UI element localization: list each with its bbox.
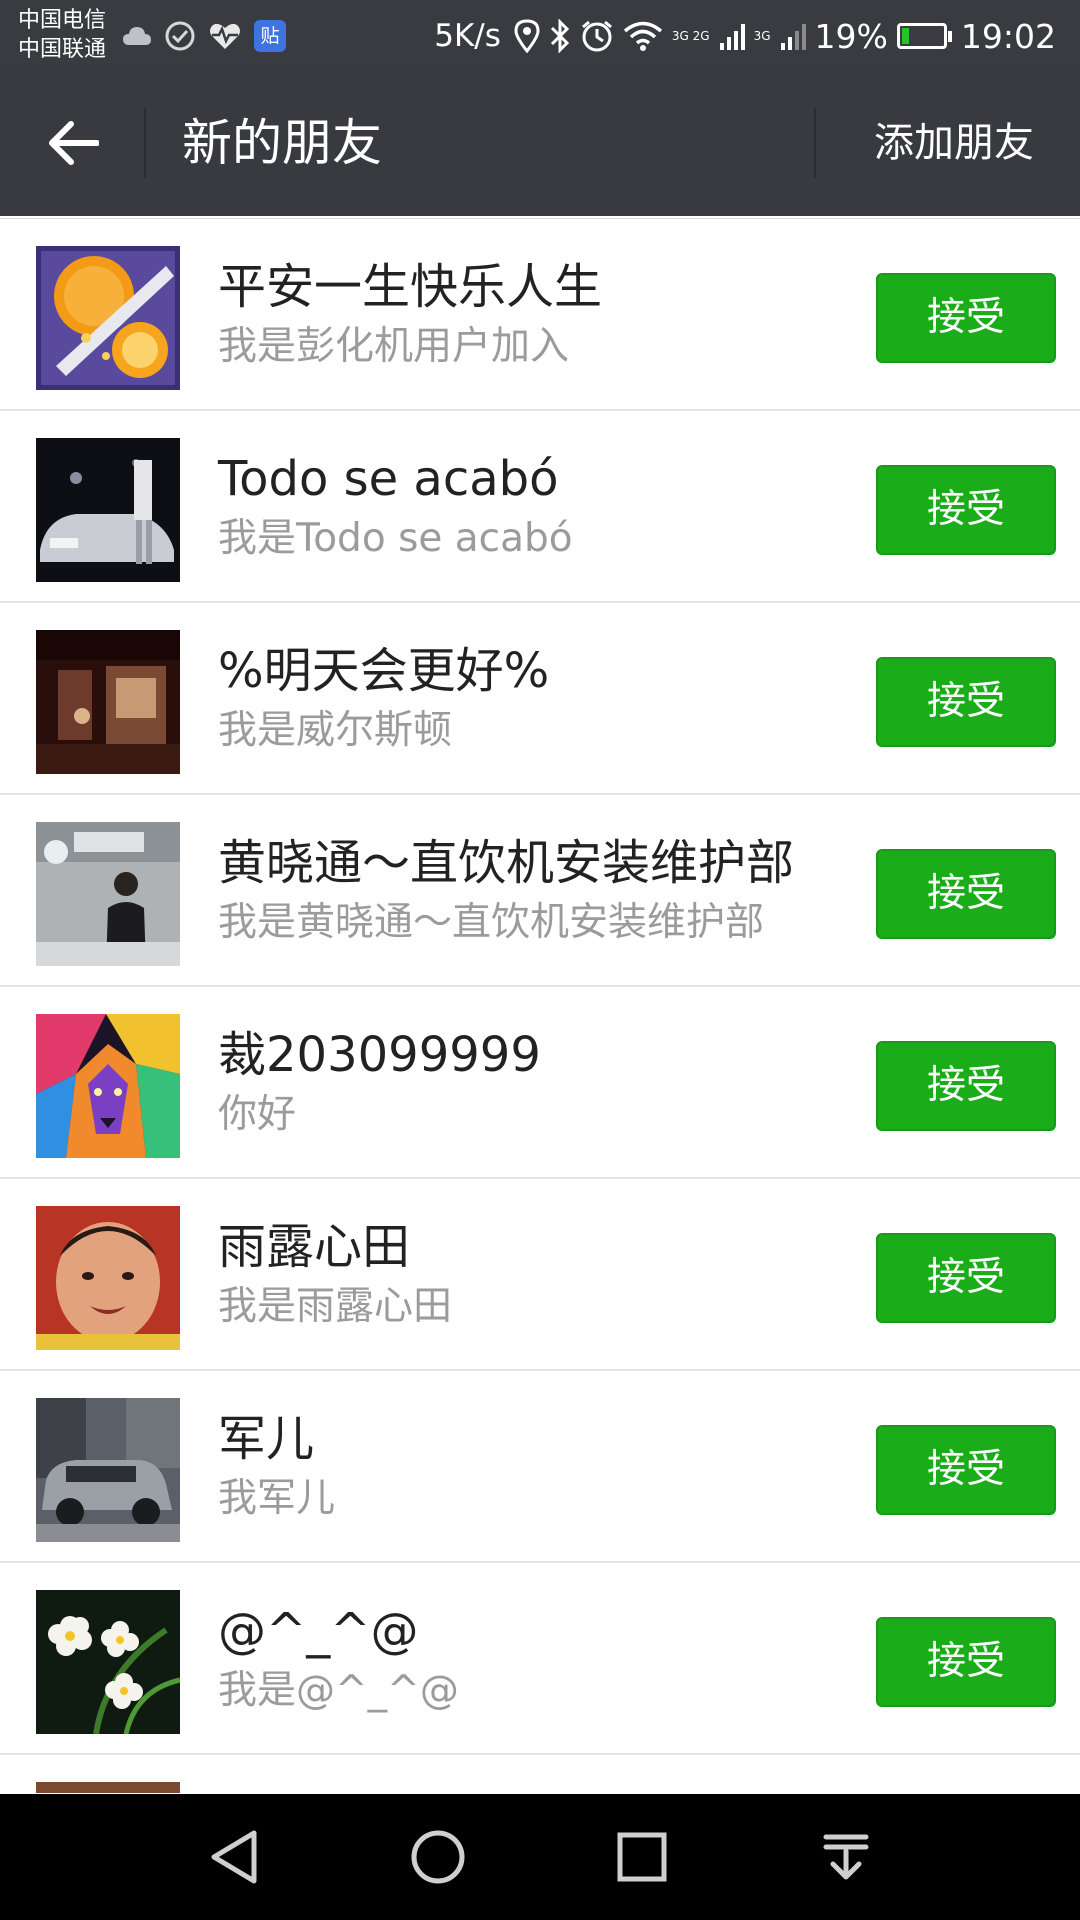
carrier-labels: 中国电信 中国联通 — [18, 6, 106, 64]
accept-button[interactable]: 接受 — [876, 1233, 1056, 1323]
list-item[interactable]: 雨露心田 我是雨露心田 接受 — [0, 1179, 1080, 1371]
flowers-avatar[interactable] — [36, 1590, 180, 1734]
accept-button[interactable]: 接受 — [876, 1425, 1056, 1515]
battery-percent: 19% — [814, 16, 888, 56]
accept-button[interactable]: 接受 — [876, 273, 1056, 363]
nav-recents-icon — [617, 1832, 667, 1882]
check-circle-icon — [165, 21, 195, 51]
bluetooth-icon — [550, 19, 570, 53]
nav-home-icon — [411, 1830, 465, 1884]
nickname: 裁203099999 — [218, 1027, 541, 1083]
system-status: 5K/s 3G 2G 3G 19% 19:02 — [434, 14, 1056, 58]
list-item[interactable] — [0, 1755, 1080, 1793]
request-message: 我是雨露心田 — [218, 1284, 453, 1329]
wifi-icon — [623, 21, 663, 51]
arrow-left-icon — [49, 121, 99, 165]
back-button[interactable] — [30, 108, 116, 178]
tieba-icon: 贴 — [254, 20, 286, 52]
carrier-2: 中国联通 — [18, 37, 107, 62]
man-office-avatar[interactable] — [36, 822, 180, 966]
battery-charging-icon — [896, 23, 952, 49]
page-title: 新的朋友 — [182, 114, 382, 172]
accept-button[interactable]: 接受 — [876, 465, 1056, 555]
carrier-1: 中国电信 — [18, 8, 107, 33]
location-icon — [514, 19, 540, 53]
request-message: 我是Todo se acabó — [218, 516, 573, 561]
nav-recents-button[interactable] — [592, 1818, 692, 1896]
shop-avatar[interactable] — [36, 630, 180, 774]
clock: 19:02 — [960, 16, 1056, 56]
network-type-2: 3G — [753, 29, 771, 43]
nav-pulldown-icon — [823, 1834, 869, 1880]
request-message: 我是彭化机用户加入 — [218, 324, 570, 369]
nickname: 雨露心田 — [218, 1219, 411, 1275]
request-message: 我军儿 — [218, 1476, 336, 1521]
list-item[interactable]: @^_^@ 我是@^_^@ 接受 — [0, 1563, 1080, 1755]
divider — [814, 108, 816, 178]
list-item[interactable]: %明天会更好% 我是威尔斯顿 接受 — [0, 603, 1080, 795]
nav-back-button[interactable] — [184, 1818, 284, 1896]
list-item[interactable]: 军儿 我军儿 接受 — [0, 1371, 1080, 1563]
baby-avatar[interactable] — [36, 1206, 180, 1350]
list-item[interactable]: 黄晓通～直饮机安装维护部 我是黄晓通～直饮机安装维护部 接受 — [0, 795, 1080, 987]
nickname: 黄晓通～直饮机安装维护部 — [218, 835, 795, 891]
signal-icon — [719, 24, 745, 50]
friend-request-list[interactable]: 平安一生快乐人生 我是彭化机用户加入 接受 Todo se acabó 我是To… — [0, 218, 1080, 1793]
list-item[interactable]: 平安一生快乐人生 我是彭化机用户加入 接受 — [0, 219, 1080, 411]
accept-button[interactable]: 接受 — [876, 849, 1056, 939]
car-night-avatar[interactable] — [36, 438, 180, 582]
cloud-icon — [123, 27, 151, 45]
add-friend-button[interactable]: 添加朋友 — [874, 108, 1034, 178]
network-type-1: 3G 2G — [671, 29, 710, 43]
orange-avatar[interactable] — [36, 246, 180, 390]
accept-button[interactable]: 接受 — [876, 1617, 1056, 1707]
alarm-icon — [581, 20, 612, 52]
nav-home-button[interactable] — [388, 1818, 488, 1896]
list-item[interactable]: 裁203099999 你好 接受 — [0, 987, 1080, 1179]
notification-icons: 贴 — [122, 16, 286, 56]
nickname: 平安一生快乐人生 — [218, 259, 603, 315]
divider — [144, 108, 146, 178]
accept-button[interactable]: 接受 — [876, 1041, 1056, 1131]
lion-avatar[interactable] — [36, 1014, 180, 1158]
nickname: Todo se acabó — [218, 451, 559, 507]
signal-icon — [780, 24, 806, 50]
list-item[interactable]: Todo se acabó 我是Todo se acabó 接受 — [0, 411, 1080, 603]
nickname: 军儿 — [218, 1411, 315, 1467]
suv-avatar[interactable] — [36, 1398, 180, 1542]
status-bar: 中国电信 中国联通 贴 5K/s 3G 2G 3G 19% 19:02 — [0, 0, 1080, 70]
navigation-bar — [0, 1794, 1080, 1920]
request-message: 我是黄晓通～直饮机安装维护部 — [218, 900, 765, 945]
nav-pulldown-button[interactable] — [796, 1818, 896, 1896]
net-speed: 5K/s — [434, 18, 501, 54]
heart-pulse-icon — [210, 23, 240, 49]
request-message: 我是威尔斯顿 — [218, 708, 453, 753]
partial-avatar[interactable] — [36, 1782, 180, 1793]
nav-back-icon — [211, 1830, 257, 1884]
request-message: 我是@^_^@ — [218, 1668, 459, 1713]
nickname: @^_^@ — [218, 1603, 419, 1659]
nickname: %明天会更好% — [218, 643, 550, 699]
action-bar: 新的朋友 添加朋友 — [0, 70, 1080, 216]
request-message: 你好 — [218, 1092, 297, 1137]
accept-button[interactable]: 接受 — [876, 657, 1056, 747]
